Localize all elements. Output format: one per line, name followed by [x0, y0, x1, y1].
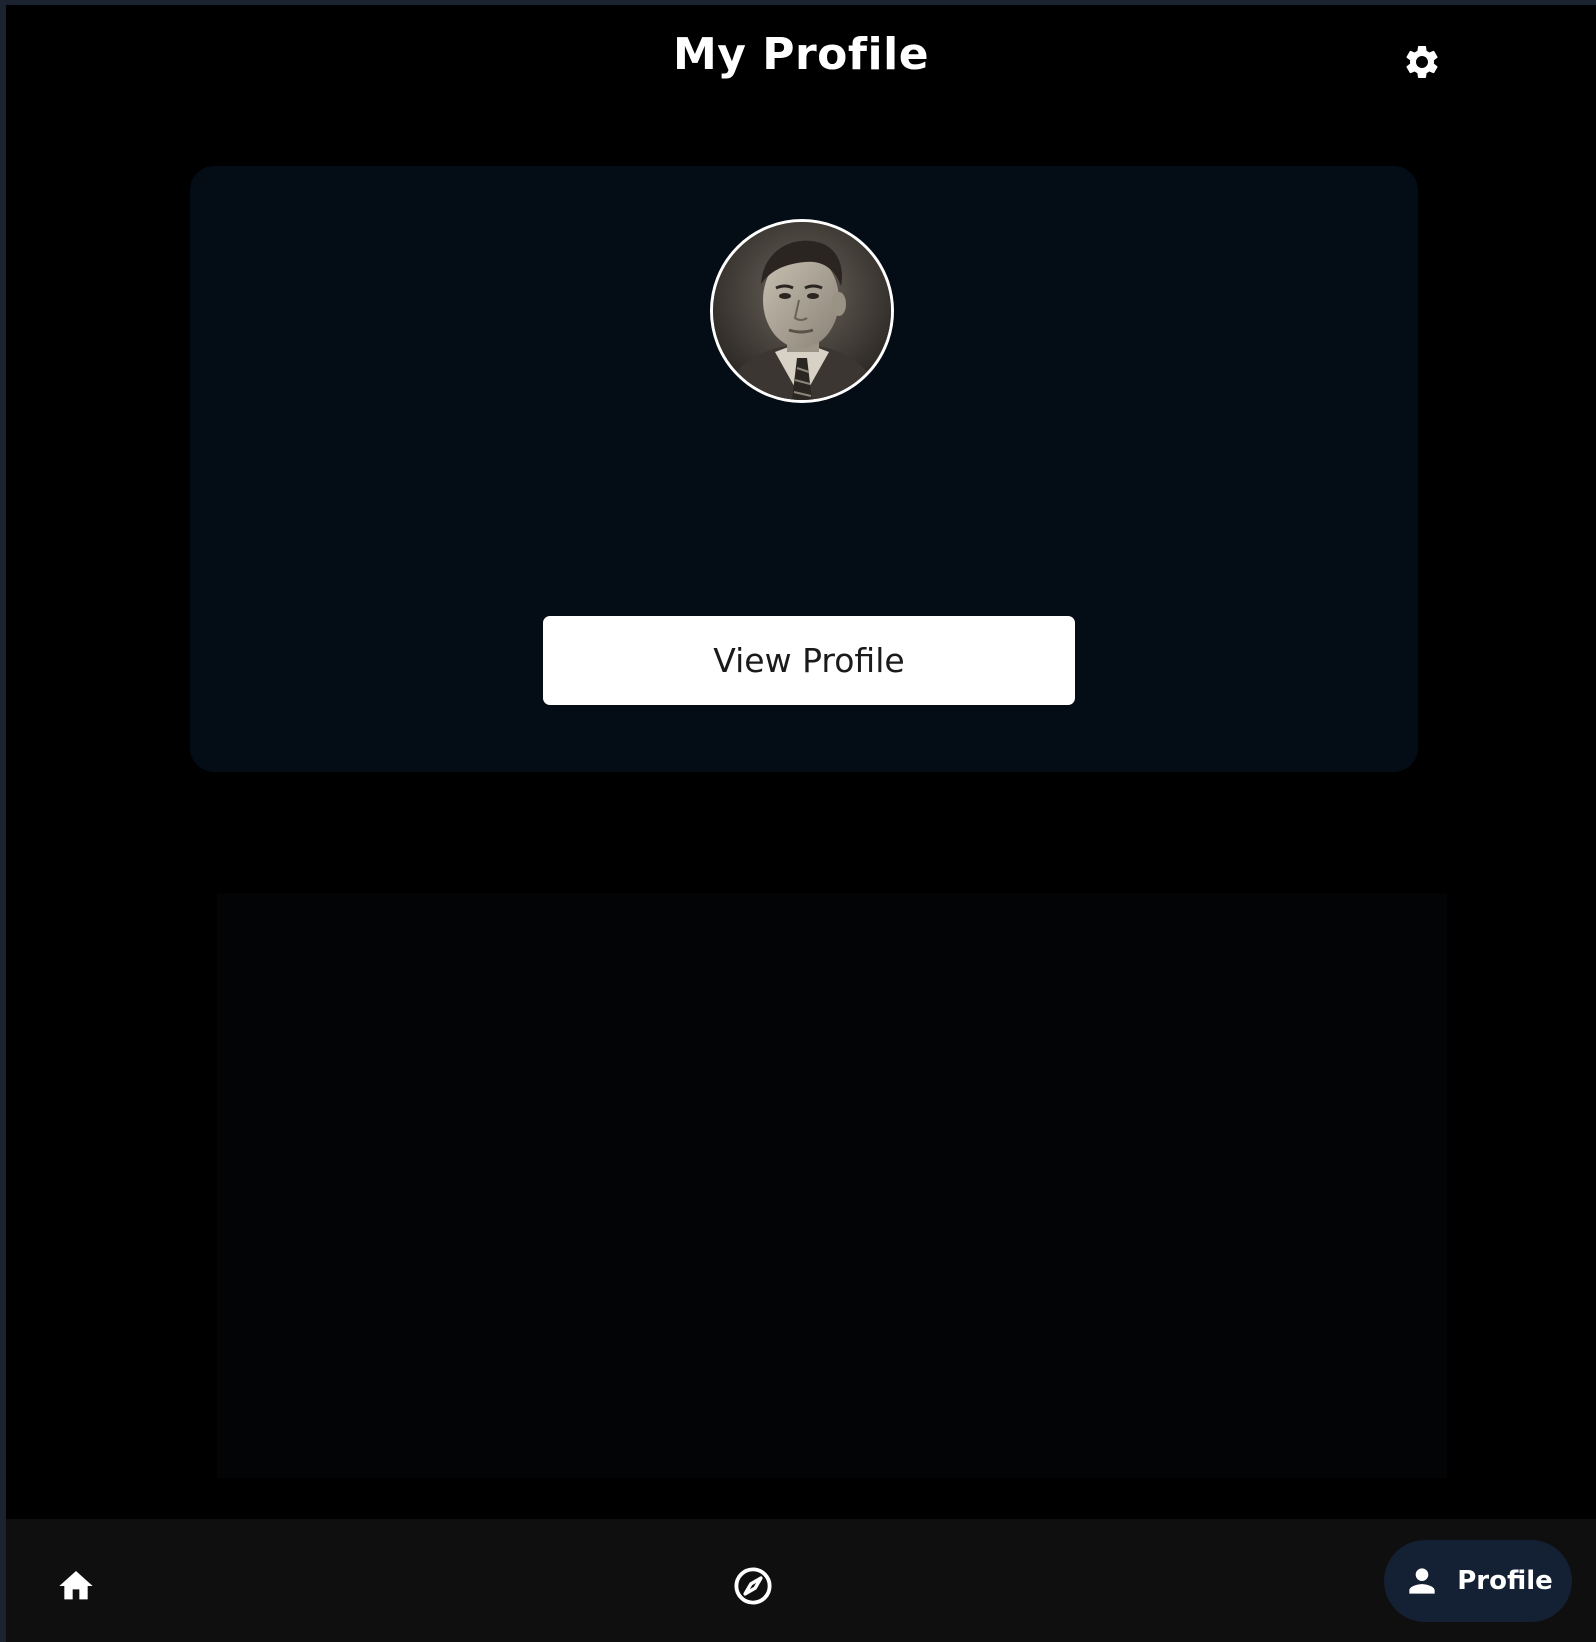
avatar-photo	[713, 222, 891, 400]
settings-button[interactable]	[1397, 37, 1447, 87]
avatar[interactable]	[710, 219, 894, 403]
page-title: My Profile	[672, 29, 930, 80]
nav-home-button[interactable]	[53, 1563, 99, 1609]
profile-card: View Profile	[190, 166, 1418, 772]
bottom-navigation: Profile	[6, 1519, 1596, 1642]
nav-explore-button[interactable]	[729, 1562, 777, 1610]
view-profile-button[interactable]: View Profile	[543, 616, 1075, 705]
nav-profile-label: Profile	[1457, 1566, 1553, 1596]
content-panel	[217, 893, 1447, 1478]
person-icon	[1409, 1568, 1435, 1594]
nav-profile-button[interactable]: Profile	[1384, 1540, 1572, 1622]
home-icon	[59, 1571, 93, 1600]
app-screen: My Profile View Profile Profile	[6, 5, 1596, 1642]
compass-icon	[734, 1567, 772, 1605]
gear-icon	[1406, 45, 1438, 78]
